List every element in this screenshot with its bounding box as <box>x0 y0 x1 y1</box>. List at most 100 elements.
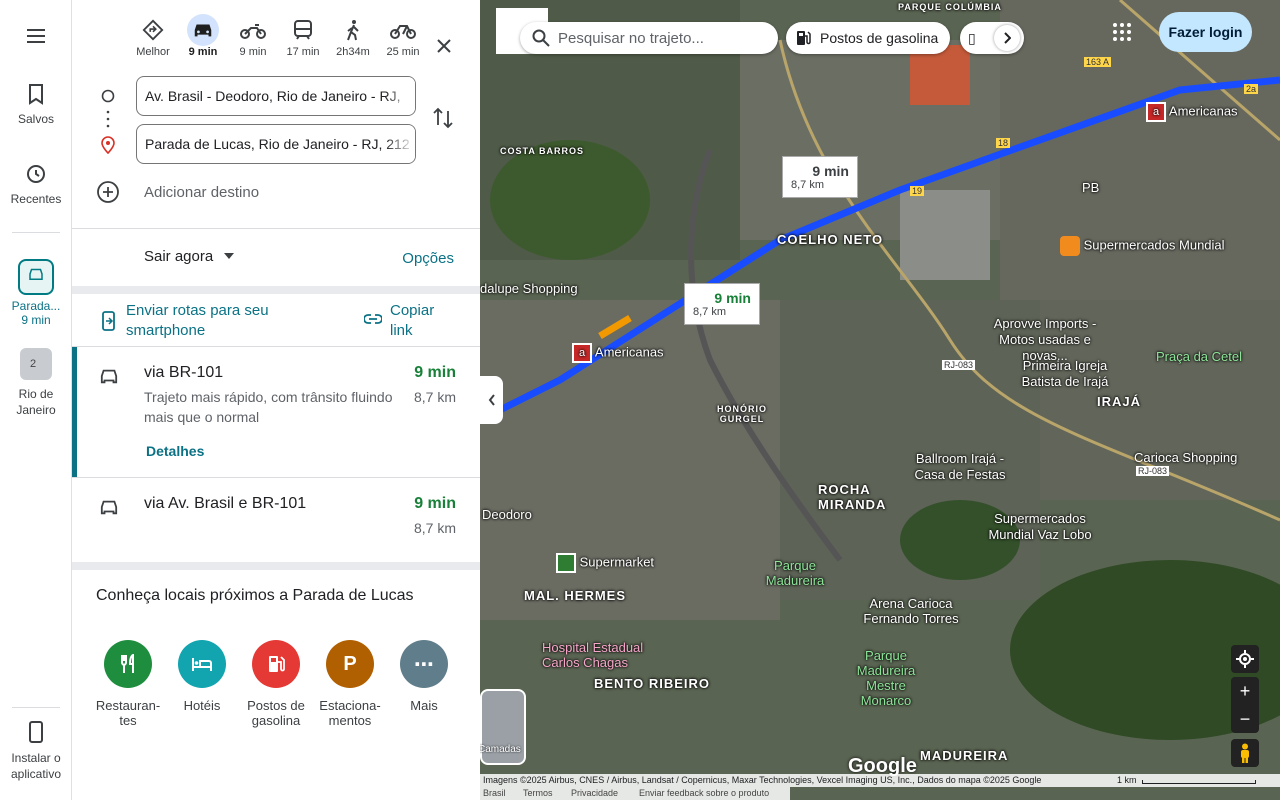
add-icon <box>97 181 119 203</box>
best-route-icon <box>142 19 164 41</box>
place-count-badge: 2 <box>30 358 37 370</box>
plus-icon: + <box>1239 680 1251 701</box>
route-callout[interactable]: 9 min 8,7 km <box>782 156 858 198</box>
search-icon <box>532 29 550 47</box>
gas-chip-label: Postos de gasolina <box>820 30 939 46</box>
road-shield: RJ-083 <box>942 360 976 370</box>
road-shield: 19 <box>910 186 925 196</box>
map-label: Deodoro <box>482 507 532 522</box>
leave-now-label: Sair agora <box>144 248 214 265</box>
callout-distance: 8,7 km <box>693 306 727 318</box>
store-label: Americanas <box>594 344 664 360</box>
mode-walking[interactable]: 2h34m <box>328 14 378 58</box>
map-label: COSTA BARROS <box>500 146 584 156</box>
route-option-2[interactable]: via Av. Brasil e BR-101 9 min 8,7 km <box>72 478 480 562</box>
login-button[interactable]: Fazer login <box>1159 12 1252 52</box>
directions-panel: Melhor 9 min 9 min 17 min 2h34m 25 min A <box>72 0 480 800</box>
store-americanas[interactable]: a Americanas <box>1146 102 1238 122</box>
footer-privacy[interactable]: Privacidade <box>571 788 618 798</box>
leave-now-dropdown[interactable]: Sair agora <box>144 248 235 265</box>
origin-input[interactable]: Av. Brasil - Deodoro, Rio de Janeiro - R… <box>136 76 416 116</box>
map-label: PB <box>1082 180 1100 195</box>
zoom-in-button[interactable]: + <box>1231 677 1259 705</box>
nearby-restaurants[interactable]: Restauran-tes <box>91 640 165 728</box>
nearby-label: Mais <box>410 698 438 713</box>
saved-label: Salvos <box>17 112 55 126</box>
layers-button[interactable]: Camadas <box>480 689 526 765</box>
selected-indicator <box>72 347 77 477</box>
swap-icon <box>433 107 453 129</box>
recent-trip-button[interactable]: Parada... 9 min <box>0 259 72 327</box>
route-option-1[interactable]: via BR-101 9 min Trajeto mais rápido, co… <box>72 347 480 477</box>
footer-country[interactable]: Brasil <box>483 788 506 798</box>
gas-stations-chip[interactable]: Postos de gasolina <box>786 22 950 54</box>
close-directions-button[interactable] <box>432 34 456 58</box>
my-location-button[interactable] <box>1231 645 1259 673</box>
store-supermarket[interactable]: Supermarket <box>556 553 654 573</box>
map-label: Ballroom Irajá - Casa de Festas <box>914 451 1006 482</box>
ev-charger-icon: ▯ <box>968 29 976 46</box>
map-canvas[interactable]: COELHO NETO COSTA BARROS PB IRAJÁ ROCHA … <box>480 0 1280 800</box>
zoom-out-button[interactable]: − <box>1231 705 1259 733</box>
nearby-title: Conheça locais próximos a Parada de Luca… <box>96 587 414 604</box>
route-callout[interactable]: 9 min 8,7 km <box>684 283 760 325</box>
details-link[interactable]: Detalhes <box>146 443 204 459</box>
mode-transit[interactable]: 17 min <box>278 14 328 58</box>
nearby-parking[interactable]: P Estaciona-mentos <box>313 640 387 728</box>
location-icon <box>1236 650 1254 668</box>
map-label: Arena Carioca Fernando Torres <box>863 596 959 626</box>
chevron-right-icon[interactable] <box>993 25 1020 51</box>
recent-button[interactable]: Recentes <box>0 162 72 206</box>
nearby-label: Restauran-tes <box>95 698 161 728</box>
callout-time: 9 min <box>812 163 849 179</box>
street-view-button[interactable] <box>1231 739 1259 767</box>
install-app-button[interactable]: Instalar o aplicativo <box>0 720 72 782</box>
store-americanas[interactable]: a Americanas <box>572 343 664 363</box>
store-label: Americanas <box>1168 103 1238 119</box>
minus-icon: − <box>1239 708 1251 729</box>
options-button[interactable]: Opções <box>402 250 454 267</box>
route-distance: 8,7 km <box>413 389 456 405</box>
map-label: Primeira Igreja Batista de Irajá <box>1021 358 1109 389</box>
mode-motorcycle[interactable]: 9 min <box>228 14 278 58</box>
swap-button[interactable] <box>432 106 454 135</box>
store-supermercados-mundial[interactable]: Supermercados Mundial <box>1060 236 1225 256</box>
footer-links: Brasil Termos Privacidade Enviar feedbac… <box>480 787 790 800</box>
nearby-gas-stations[interactable]: Postos de gasolina <box>239 640 313 728</box>
route-time: 9 min <box>414 364 456 381</box>
attribution-bar: Imagens ©2025 Airbus, CNES / Airbus, Lan… <box>480 774 1280 787</box>
nearby-more[interactable]: ⋯ Mais <box>387 640 461 713</box>
map-label: Carioca Shopping <box>1134 450 1238 465</box>
route-time: 9 min <box>414 495 456 512</box>
menu-button[interactable] <box>0 24 72 54</box>
search-along-route[interactable]: Pesquisar no trajeto... <box>520 22 778 54</box>
recent-place-button[interactable]: 2 Rio de Janeiro <box>0 348 72 418</box>
send-to-phone-label: Enviar rotas para seu smartphone <box>126 302 269 339</box>
footer-terms[interactable]: Termos <box>523 788 553 798</box>
apps-button[interactable] <box>1112 22 1132 47</box>
mode-best[interactable]: Melhor <box>128 14 178 58</box>
store-pin-icon <box>1060 236 1080 256</box>
scale-label: 1 km <box>1117 775 1137 785</box>
map-label: Aprovve Imports - Motos usadas e novas..… <box>993 316 1097 363</box>
mode-label: Melhor <box>136 46 170 58</box>
route-distance: 8,7 km <box>413 520 456 536</box>
gas-station-icon <box>252 640 300 688</box>
collapse-panel-button[interactable] <box>480 376 503 424</box>
car-icon <box>100 500 118 515</box>
saved-button[interactable]: Salvos <box>0 82 72 126</box>
mode-cycling[interactable]: 25 min <box>378 14 428 58</box>
map-label: MAL. HERMES <box>524 588 626 603</box>
pegman-icon <box>1241 743 1249 763</box>
map-label: BENTO RIBEIRO <box>594 676 711 691</box>
more-chips[interactable]: ▯ <box>960 22 1024 54</box>
mode-driving[interactable]: 9 min <box>178 14 228 58</box>
footer-feedback[interactable]: Enviar feedback sobre o produto <box>639 788 769 798</box>
map-label: PARQUE COLÚMBIA <box>898 2 1002 12</box>
nearby-hotels[interactable]: Hotéis <box>165 640 239 713</box>
destination-input[interactable]: Parada de Lucas, Rio de Janeiro - RJ, 21… <box>136 124 416 164</box>
callout-distance: 8,7 km <box>791 179 825 191</box>
travel-modes: Melhor 9 min 9 min 17 min 2h34m 25 min <box>72 14 480 64</box>
walk-icon <box>347 20 359 41</box>
add-destination-label: Adicionar destino <box>144 184 260 201</box>
